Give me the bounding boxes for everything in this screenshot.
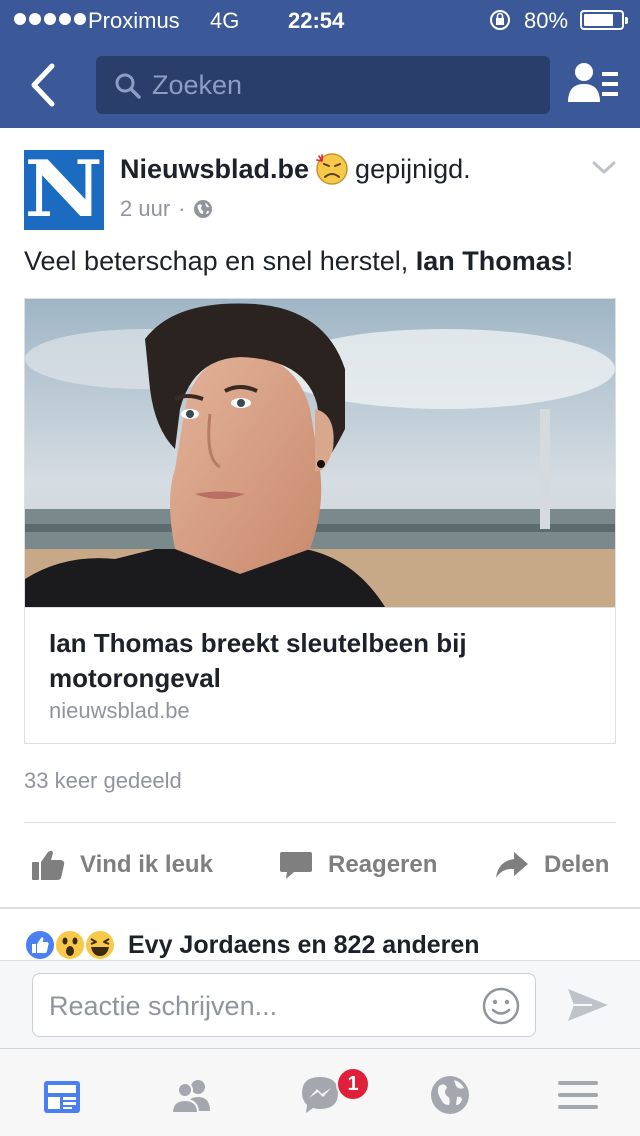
- reaction-icons: [24, 929, 116, 961]
- post-actions: Vind ik leuk Reageren Delen: [0, 828, 640, 904]
- network-type: 4G: [210, 8, 240, 33]
- tab-messenger[interactable]: 1: [296, 1067, 370, 1119]
- battery-percent: 80%: [524, 8, 569, 33]
- smiley-icon[interactable]: [481, 986, 521, 1026]
- page-logo-letter: N: [24, 144, 104, 235]
- friend-requests-icon: [568, 63, 618, 102]
- friends-icon: [170, 1080, 210, 1114]
- comment-icon: [280, 852, 312, 879]
- haha-icon: [84, 929, 116, 961]
- clock: 22:54: [288, 8, 345, 33]
- page-avatar[interactable]: N: [24, 150, 104, 230]
- carrier-name: Proximus: [88, 8, 180, 33]
- wow-icon: [54, 929, 86, 961]
- comment-composer: [0, 960, 640, 1048]
- search-icon: [115, 73, 141, 99]
- like-icon: [24, 929, 56, 961]
- comment-input[interactable]: [49, 986, 469, 1026]
- link-preview-image: [25, 299, 615, 607]
- friend-requests-button[interactable]: [566, 60, 620, 108]
- thumbs-up-icon: [32, 850, 65, 880]
- share-button[interactable]: Delen: [494, 848, 609, 882]
- top-header: Proximus 4G 22:54 80%: [0, 0, 640, 128]
- tab-notifications[interactable]: [426, 1071, 474, 1119]
- like-label: Vind ik leuk: [80, 851, 213, 878]
- page-name-link[interactable]: Nieuwsblad.be: [120, 154, 309, 185]
- send-icon[interactable]: [566, 985, 610, 1025]
- back-button[interactable]: [22, 60, 66, 110]
- globe-notifications-icon: [431, 1076, 469, 1114]
- signal-strength-icon: [14, 13, 86, 25]
- share-arrow-icon: [496, 852, 528, 878]
- battery-icon: [580, 10, 628, 30]
- tab-more-menu[interactable]: [554, 1071, 602, 1119]
- search-bar[interactable]: [96, 56, 550, 114]
- post-meta: 2 uur ·: [120, 196, 213, 222]
- link-title: Ian Thomas breekt sleutelbeen bij motoro…: [49, 628, 467, 693]
- comment-field[interactable]: [32, 973, 536, 1037]
- menu-icon: [558, 1081, 598, 1109]
- divider: [24, 822, 616, 823]
- reactors-summary[interactable]: Evy Jordaens en 822 anderen: [128, 931, 480, 960]
- meta-separator: ·: [178, 196, 186, 221]
- post-message-suffix: !: [565, 246, 574, 276]
- link-domain: nieuwsblad.be: [49, 698, 190, 723]
- bottom-tab-bar: 1: [0, 1048, 640, 1136]
- status-bar: Proximus 4G 22:54 80%: [0, 0, 640, 40]
- globe-icon: [194, 200, 213, 218]
- news-feed-icon: [44, 1081, 80, 1113]
- search-input[interactable]: [152, 66, 532, 104]
- post-options-chevron-icon[interactable]: [590, 158, 618, 178]
- post-message-prefix: Veel beterschap en snel herstel,: [24, 246, 416, 276]
- reactions-bar[interactable]: Evy Jordaens en 822 anderen: [0, 908, 640, 962]
- post-timestamp[interactable]: 2 uur: [120, 196, 170, 222]
- pained-face-emoji-icon: [316, 153, 348, 185]
- news-feed-post: N Nieuwsblad.be gepijnigd. 2 uur · Veel …: [0, 128, 640, 908]
- post-message: Veel beterschap en snel herstel, Ian Tho…: [24, 246, 573, 277]
- link-preview-card[interactable]: Ian Thomas breekt sleutelbeen bij motoro…: [24, 298, 616, 744]
- messenger-badge: 1: [336, 1067, 370, 1101]
- mention-link[interactable]: Ian Thomas: [416, 246, 566, 276]
- share-count[interactable]: 33 keer gedeeld: [24, 768, 182, 794]
- feeling-text: gepijnigd.: [355, 153, 471, 184]
- post-header: Nieuwsblad.be gepijnigd.: [120, 152, 471, 186]
- tab-friends[interactable]: [168, 1071, 216, 1119]
- comment-button[interactable]: Reageren: [278, 848, 437, 882]
- link-preview-body: Ian Thomas breekt sleutelbeen bij motoro…: [25, 607, 615, 743]
- chevron-left-icon: [31, 63, 55, 107]
- orientation-lock-icon: [490, 10, 510, 30]
- share-label: Delen: [544, 851, 610, 878]
- comment-label: Reageren: [328, 851, 438, 878]
- like-button[interactable]: Vind ik leuk: [30, 848, 213, 882]
- tab-news-feed[interactable]: [38, 1071, 86, 1119]
